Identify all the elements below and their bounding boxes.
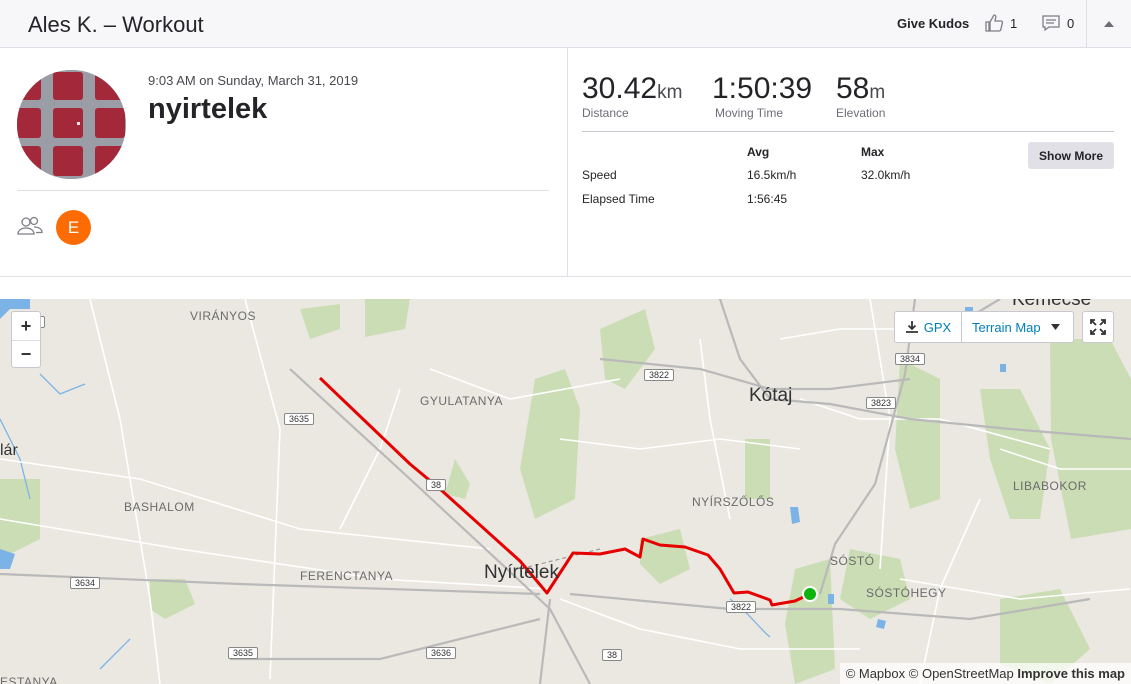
road-shield: 38 [426, 479, 447, 491]
group-activity-icon[interactable] [17, 216, 43, 241]
elevation-unit: m [869, 82, 886, 103]
fullscreen-button[interactable] [1082, 311, 1114, 343]
stat-moving-time: 1:50:39 Moving Time [712, 72, 812, 120]
place-label: NYÍRSZŐLŐS [692, 495, 775, 509]
zoom-control: + − [11, 311, 41, 368]
place-label: FERENCTANYA [300, 569, 394, 583]
gpx-download-button[interactable]: GPX [894, 311, 962, 343]
road-shield: 3822 [644, 369, 675, 381]
road-shield: 38 [602, 649, 623, 661]
gpx-label: GPX [923, 319, 952, 335]
distance-unit: km [657, 82, 683, 103]
road-shield: 3635 [228, 647, 259, 659]
place-label: VIRÁNYOS [190, 309, 257, 323]
header-max: Max [861, 145, 885, 159]
map-type-label: Terrain Map [972, 319, 1041, 335]
speed-avg: 16.5km/h [747, 168, 797, 182]
place-label: SÓSTÓ [830, 554, 875, 568]
place-label: SÓSTÓHEGY [866, 586, 947, 600]
map-canvas[interactable] [0, 299, 1131, 684]
divider [17, 190, 549, 191]
map-type-select[interactable]: Terrain Map [962, 311, 1074, 343]
town-label: Kótaj [749, 385, 793, 406]
speed-max: 32.0km/h [861, 168, 911, 182]
road-shield: 3634 [70, 577, 101, 589]
distance-label: Distance [582, 106, 629, 120]
start-marker[interactable] [802, 586, 818, 602]
kudos-count-button[interactable]: 1 [984, 13, 1017, 33]
moving-time-value: 1:50:39 [712, 72, 813, 105]
road-shield: 3834 [895, 353, 926, 365]
town-label: Nyírtelek [484, 562, 559, 583]
mapbox-link[interactable]: © Mapbox [846, 666, 905, 681]
place-label: GYULATANYA [420, 394, 504, 408]
road-shield: 3635 [284, 413, 315, 425]
comments-count: 0 [1067, 15, 1075, 31]
caret-up-icon [1104, 20, 1114, 27]
kudos-count: 1 [1010, 15, 1018, 31]
route-map[interactable]: VIRÁNYOS GYULATANYA BASHALOM FERENCTANYA… [0, 299, 1131, 684]
athlete-avatar[interactable] [17, 70, 126, 179]
row-label-elapsed-time: Elapsed Time [582, 192, 655, 206]
road-shield: 3636 [426, 647, 457, 659]
place-label: ESTANYA [0, 675, 58, 684]
town-label: Kemecse [1012, 299, 1092, 310]
road-shield: 3822 [726, 601, 757, 613]
divider [582, 131, 1114, 132]
download-icon [905, 321, 918, 333]
activity-datetime: 9:03 AM on Sunday, March 31, 2019 [148, 73, 359, 88]
comment-icon [1042, 15, 1060, 32]
elevation-label: Elevation [836, 106, 886, 120]
row-label-speed: Speed [582, 168, 617, 182]
activity-summary: 9:03 AM on Sunday, March 31, 2019 nyirte… [0, 48, 568, 277]
town-label: lár [0, 442, 18, 459]
header-bar: Ales K. – Workout Give Kudos 1 0 [0, 0, 1131, 48]
activity-name: nyirtelek [148, 93, 268, 125]
collapse-button[interactable] [1086, 0, 1131, 47]
header-avg: Avg [747, 145, 770, 159]
road-shield: 3823 [866, 397, 897, 409]
divider [0, 276, 1131, 277]
stat-distance: 30.42km Distance [582, 72, 682, 120]
elevation-value: 58 [836, 72, 870, 105]
distance-value: 30.42 [582, 72, 658, 105]
stat-elevation: 58m Elevation [836, 72, 885, 120]
chevron-down-icon [1050, 324, 1060, 330]
comments-count-button[interactable]: 0 [1041, 13, 1074, 33]
zoom-in-button[interactable]: + [12, 312, 40, 340]
map-attribution: © Mapbox © OpenStreetMap Improve this ma… [839, 663, 1131, 684]
improve-map-link[interactable]: Improve this map [1017, 666, 1125, 681]
place-label: LIBABOKOR [1013, 479, 1087, 493]
moving-time-label: Moving Time [715, 106, 784, 120]
thumbs-up-icon [985, 14, 1004, 32]
zoom-out-button[interactable]: − [12, 340, 40, 368]
osm-link[interactable]: © OpenStreetMap [909, 666, 1014, 681]
athlete-badge[interactable]: E [56, 210, 91, 245]
avatar-image [17, 70, 126, 179]
place-label: BASHALOM [124, 500, 195, 514]
fullscreen-icon [1090, 319, 1106, 335]
show-more-button[interactable]: Show More [1028, 142, 1114, 169]
elapsed-time-avg: 1:56:45 [747, 192, 788, 206]
activity-stats: 30.42km Distance 1:50:39 Moving Time 58m… [568, 48, 1131, 277]
give-kudos-button[interactable]: Give Kudos [897, 16, 969, 31]
page-title: Ales K. – Workout [28, 12, 204, 37]
